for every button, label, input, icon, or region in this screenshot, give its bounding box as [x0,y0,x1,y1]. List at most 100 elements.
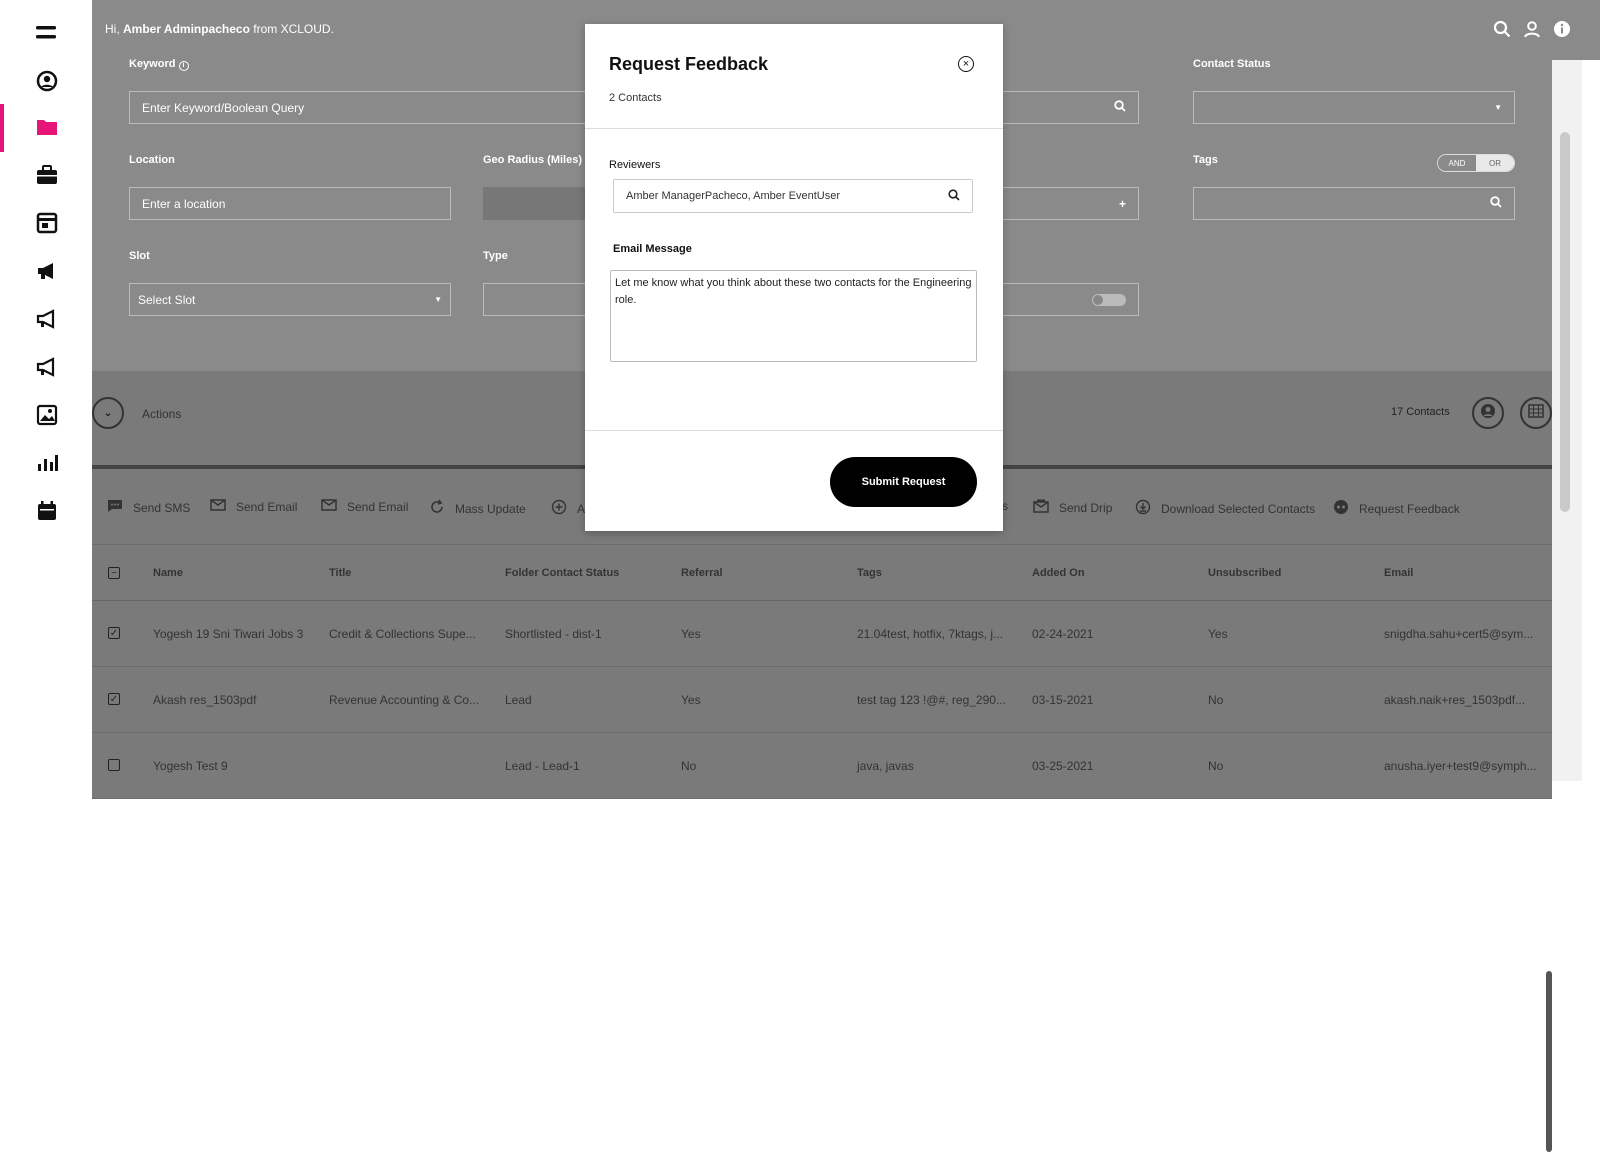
radius-add-input[interactable]: + [997,187,1139,220]
reviewers-search-icon[interactable] [948,188,960,204]
add-circle-icon [551,499,567,518]
geo-radius-input[interactable] [483,187,593,220]
page-scroll-area [1552,0,1600,781]
menu-icon[interactable] [34,20,60,46]
drip-icon [1033,499,1049,516]
mass-update-button[interactable]: Mass Update [429,499,526,518]
row-checkbox[interactable]: ✓ [108,627,120,639]
slot-caret-icon: ▼ [434,295,442,304]
send-drip-button[interactable]: Send Drip [1033,499,1112,516]
calendar-board-icon[interactable] [34,210,60,236]
top-icons [1493,20,1571,43]
actions-toggle-button[interactable]: ⌄ [92,397,124,429]
table-scrollbar[interactable] [1546,971,1552,1152]
col-unsubscribed[interactable]: Unsubscribed [1208,567,1281,579]
cell-tags: test tag 123 !@#, reg_290... [857,693,1006,707]
contact-view-button[interactable] [1472,397,1504,429]
and-or-toggle[interactable]: AND OR [1437,154,1515,172]
reviewers-input[interactable]: Amber ManagerPacheco, Amber EventUser [613,179,973,213]
info-circle-icon[interactable] [1553,20,1571,43]
modal-divider [585,128,1003,129]
or-option[interactable]: OR [1476,155,1514,171]
keyword-label: Keyword i [129,58,189,71]
cell-title: Credit & Collections Supe... [329,627,476,641]
bar-chart-icon[interactable] [34,450,60,476]
cell-unsubscribed: No [1208,693,1224,707]
type-select[interactable] [483,283,593,316]
search-icon[interactable] [1493,20,1511,43]
select-all-checkbox[interactable]: − [108,567,120,579]
col-email[interactable]: Email [1384,567,1413,579]
image-icon[interactable] [34,402,60,428]
calendar-icon[interactable] [34,498,60,524]
page-scrollbar[interactable] [1560,132,1570,512]
contact-status-select[interactable]: ▼ [1193,91,1515,124]
cell-email: snigdha.sahu+cert5@sym... [1384,627,1534,641]
slot-label: Slot [129,250,150,262]
and-option[interactable]: AND [1438,155,1476,171]
location-input[interactable]: Enter a location [129,187,451,220]
row-checkbox[interactable] [108,759,120,771]
contacts-count: 17 Contacts [1391,406,1450,418]
cell-added-on: 03-25-2021 [1032,759,1094,773]
table-header: − Name Title Folder Contact Status Refer… [92,545,1552,601]
user-circle-icon[interactable] [34,68,60,94]
cell-unsubscribed: No [1208,759,1224,773]
request-feedback-button[interactable]: Request Feedback [1333,499,1460,518]
greeting: Hi, Amber Adminpacheco from XCLOUD. [105,22,334,36]
table-row[interactable]: Yogesh Test 9 Lead - Lead-1 No java, jav… [92,733,1552,799]
cell-unsubscribed: Yes [1208,627,1228,641]
submit-request-button[interactable]: Submit Request [830,457,977,507]
send-sms-button[interactable]: Send SMS [107,499,190,516]
toggle-switch[interactable] [1092,293,1126,306]
briefcase-icon[interactable] [34,162,60,188]
modal-title: Request Feedback [609,54,769,74]
cell-name[interactable]: Yogesh 19 Sni Tiwari Jobs 3 [153,627,303,641]
col-name[interactable]: Name [153,567,183,579]
cell-email: akash.naik+res_1503pdf... [1384,693,1526,707]
actions-label: Actions [142,407,182,421]
tags-search-icon[interactable] [1490,196,1502,211]
cell-name[interactable]: Akash res_1503pdf [153,693,256,707]
tags-input[interactable] [1193,187,1515,220]
slot-select[interactable]: Select Slot ▼ [129,283,451,316]
download-icon [1135,499,1151,518]
add-button[interactable]: A [551,499,585,518]
sidebar-active-indicator [0,104,4,152]
cell-added-on: 02-24-2021 [1032,627,1094,641]
profile-icon[interactable] [1523,20,1541,43]
send-email-button[interactable]: Send Email [210,499,297,514]
user-icon [1480,403,1496,424]
plus-icon[interactable]: + [1119,197,1126,211]
cell-status: Lead [505,693,532,707]
caret-down-icon: ▼ [1494,103,1502,112]
campaign-icon[interactable] [34,306,60,332]
reviewers-label: Reviewers [609,159,661,171]
cell-status: Shortlisted - dist-1 [505,627,602,641]
send-email-button-2[interactable]: Send Email [321,499,408,514]
column-view-button[interactable] [1520,397,1552,429]
col-title[interactable]: Title [329,567,351,579]
col-added-on[interactable]: Added On [1032,567,1085,579]
email-message-textarea[interactable]: Let me know what you think about these t… [610,270,977,362]
col-tags[interactable]: Tags [857,567,882,579]
row-checkbox[interactable]: ✓ [108,693,120,705]
switch-field[interactable] [997,283,1139,316]
table-row[interactable]: ✓ Yogesh 19 Sni Tiwari Jobs 3 Credit & C… [92,601,1552,667]
col-referral[interactable]: Referral [681,567,723,579]
megaphone-icon[interactable] [34,258,60,284]
geo-radius-label: Geo Radius (Miles) [483,154,583,166]
announcement-icon[interactable] [34,354,60,380]
location-label: Location [129,154,175,166]
table-row[interactable]: ✓ Akash res_1503pdf Revenue Accounting &… [92,667,1552,733]
email-icon [210,499,226,514]
cell-name[interactable]: Yogesh Test 9 [153,759,228,773]
col-folder-status[interactable]: Folder Contact Status [505,567,619,579]
contact-status-label: Contact Status [1193,58,1271,70]
email-icon [321,499,337,514]
folder-icon[interactable] [34,114,60,140]
search-icon[interactable] [1114,100,1126,115]
cell-referral: No [681,759,697,773]
close-icon[interactable]: × [958,56,974,72]
download-contacts-button[interactable]: Download Selected Contacts [1135,499,1315,518]
